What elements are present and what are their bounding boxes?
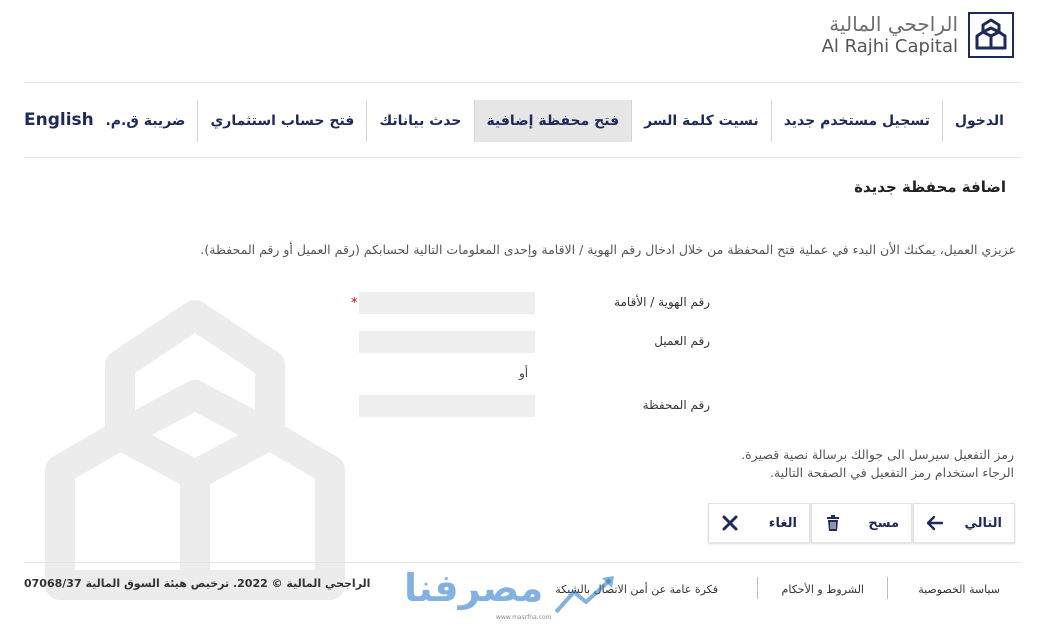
watermark-url: www.masrfna.com [496,614,552,621]
site-watermark: مصرفنا www.masrfna.com [404,566,638,622]
next-button[interactable]: التالي [913,503,1015,543]
close-icon [722,515,738,531]
brand-name-arabic: الراجحي المالية [829,12,958,36]
activation-line-1: رمز التفعيل سيرسل الى جوالك برسالة نصية … [741,447,1014,462]
cancel-button[interactable]: الغاء [708,503,810,543]
header-divider [24,82,1020,83]
nav-forgot-password[interactable]: نسيت كلمة السر [631,100,771,142]
client-number-input[interactable] [359,331,535,353]
arrow-left-icon [926,515,944,531]
cancel-button-label: الغاء [768,515,797,531]
intro-text: عزيزي العميل، يمكنك الأن البدء في عملية … [200,242,1016,257]
footer-separator [757,577,758,599]
nav-vat[interactable]: ضريبة ق.م. [93,100,197,142]
brand-name-english: Al Rajhi Capital [821,36,958,57]
activation-line-2: الرجاء استخدام رمز التفعيل في الصفحة الت… [770,465,1014,480]
clear-button[interactable]: مسح [811,503,912,543]
footer-divider [24,562,1020,563]
id-input[interactable] [359,292,535,314]
nav-divider [24,157,1020,158]
page-title: اضافة محفظة جديدة [854,178,1006,196]
al-rajhi-logo-icon [968,12,1014,58]
clear-button-label: مسح [868,515,899,531]
required-marker: * [351,296,358,311]
nav-register[interactable]: تسجيل مستخدم جديد [770,100,942,142]
nav-english[interactable]: English [24,110,94,130]
copyright-text: الراجحي المالية © 2022. ترخيص هيئة السوق… [24,577,371,590]
nav-update-data[interactable]: حدث بياناتك [366,100,473,142]
or-text: أو [519,366,529,380]
watermark-text: مصرفنا [404,566,544,610]
portfolio-number-label: رقم المحفظة [642,398,710,412]
activation-note: رمز التفعيل سيرسل الى جوالك برسالة نصية … [741,446,1014,482]
trash-icon [827,515,839,531]
nav-login[interactable]: الدخول [941,100,1016,142]
client-number-label: رقم العميل [654,334,710,348]
main-nav: الدخول تسجيل مستخدم جديد نسيت كلمة السر … [93,100,1016,142]
privacy-link[interactable]: سياسة الخصوصية [918,583,1000,596]
footer-separator [887,577,888,599]
brand-logo[interactable]: الراجحي المالية Al Rajhi Capital [822,12,1014,58]
portfolio-number-input[interactable] [359,395,535,417]
nav-open-account[interactable]: فتح حساب استثماري [197,100,366,142]
nav-open-portfolio[interactable]: فتح محفظة إضافية [473,100,632,142]
id-label: رقم الهوية / الأقامة [614,295,710,309]
terms-link[interactable]: الشروط و الأحكام [782,583,864,596]
logo-watermark-icon [45,300,345,600]
next-button-label: التالي [964,515,1002,531]
chart-arrow-icon [554,576,614,614]
